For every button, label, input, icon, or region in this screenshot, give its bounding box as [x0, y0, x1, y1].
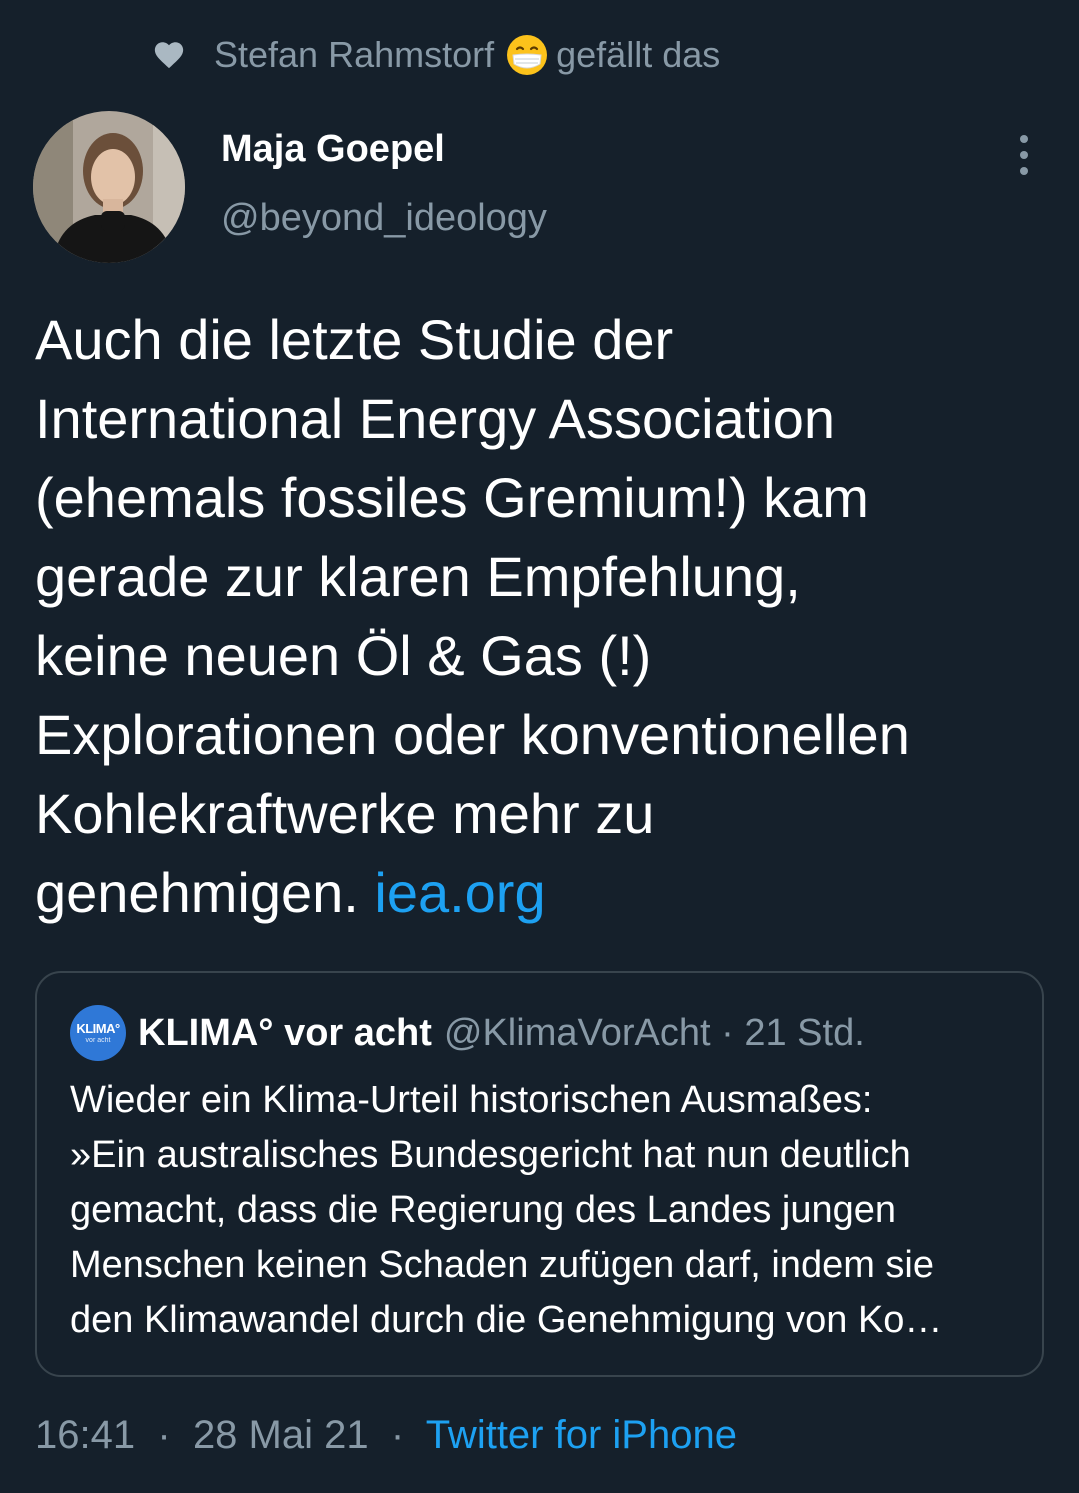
tweet-line: keine neuen Öl & Gas (!)	[35, 624, 652, 687]
tweet-line: International Energy Association	[35, 387, 836, 450]
tweet-link[interactable]: iea.org	[374, 861, 545, 924]
quote-line: Wieder ein Klima-Urteil historischen Aus…	[70, 1079, 873, 1121]
author-handle[interactable]: @beyond_ideology	[221, 197, 547, 240]
tweet-line: Auch die letzte Studie der	[35, 308, 674, 371]
more-dot	[1020, 167, 1028, 175]
social-context: Stefan Rahmstorf gefällt das	[152, 30, 720, 80]
separator: ·	[390, 1413, 405, 1457]
klima-logo-subtext: vor acht	[85, 1037, 111, 1044]
klima-logo-text: KLIMA°	[76, 1021, 120, 1036]
liker-name[interactable]: Stefan Rahmstorf	[214, 34, 494, 76]
more-vertical-icon[interactable]	[1008, 135, 1040, 175]
quoted-tweet-text: Wieder ein Klima-Urteil historischen Aus…	[70, 1073, 1020, 1348]
quoted-author-handle[interactable]: @KlimaVorAcht	[444, 1012, 711, 1055]
tweet-line-text: genehmigen.	[35, 861, 359, 924]
tweet-line: Kohlekraftwerke mehr zu	[35, 782, 655, 845]
separator: ·	[721, 1011, 734, 1054]
quoted-author-name[interactable]: KLIMA° vor acht	[138, 1012, 432, 1055]
tweet-line: (ehemals fossiles Gremium!) kam	[35, 466, 869, 529]
quote-line: »Ein australisches Bundesgericht hat nun…	[70, 1134, 911, 1176]
quoted-tweet-card[interactable]: KLIMA° vor acht KLIMA° vor acht @KlimaVo…	[35, 971, 1044, 1377]
tweet-footer: 16:41 · 28 Mai 21 · Twitter for iPhone	[35, 1413, 737, 1458]
tweet-time[interactable]: 16:41	[35, 1413, 135, 1457]
more-dot	[1020, 151, 1028, 159]
quoted-tweet-header: KLIMA° vor acht KLIMA° vor acht @KlimaVo…	[70, 1003, 865, 1063]
tweet-line: gerade zur klaren Empfehlung,	[35, 545, 801, 608]
quote-line: Menschen keinen Schaden zufügen darf, in…	[70, 1244, 934, 1286]
tweet-line: Explorationen oder konventionellen	[35, 703, 910, 766]
tweet-line-last: genehmigen. iea.org	[35, 853, 1035, 932]
author-name[interactable]: Maja Goepel	[221, 128, 445, 171]
quote-line: den Klimawandel durch die Genehmigung vo…	[70, 1299, 943, 1341]
more-dot	[1020, 135, 1028, 143]
quoted-tweet-time: 21 Std.	[744, 1011, 865, 1054]
author-avatar[interactable]	[33, 111, 185, 263]
tweet-text: Auch die letzte Studie der International…	[35, 300, 1035, 932]
quoted-author-avatar[interactable]: KLIMA° vor acht	[70, 1005, 126, 1061]
tweet-source-link[interactable]: Twitter for iPhone	[426, 1413, 737, 1457]
tweet-date[interactable]: 28 Mai 21	[193, 1413, 369, 1457]
face-with-medical-mask-emoji-icon	[506, 34, 548, 76]
heart-icon	[152, 38, 186, 72]
like-action-text: gefällt das	[556, 34, 721, 75]
quote-line: gemacht, dass die Regierung des Landes j…	[70, 1189, 897, 1231]
separator: ·	[157, 1413, 171, 1457]
